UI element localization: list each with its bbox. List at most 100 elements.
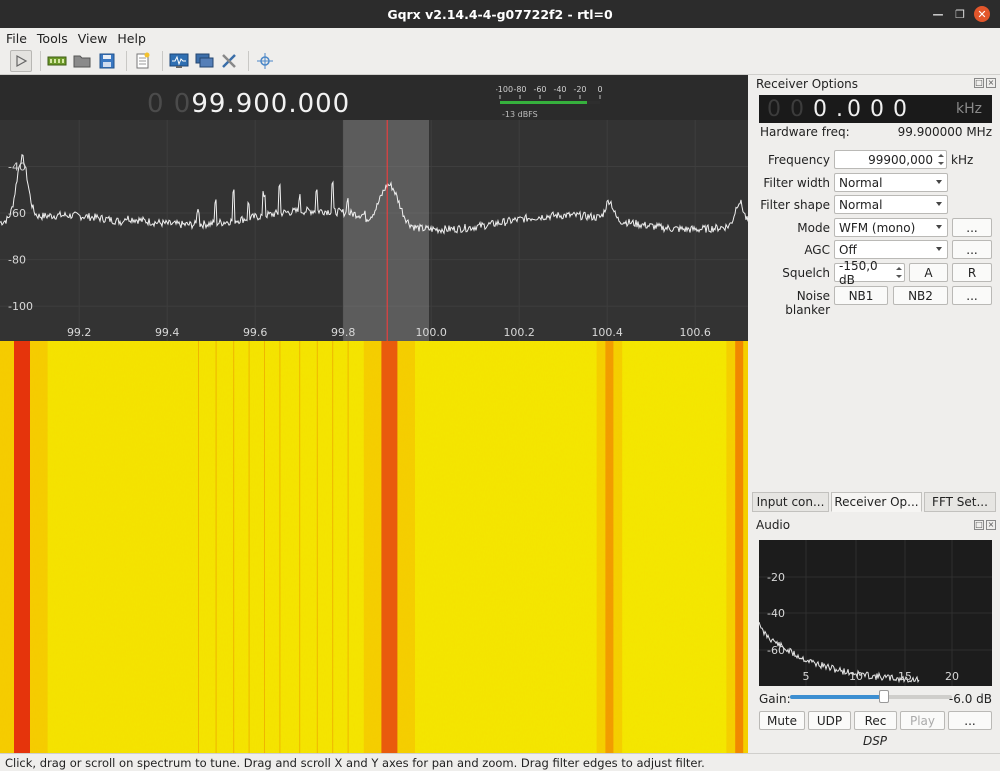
squelch-reset-button[interactable]: R: [952, 263, 992, 282]
agc-options-button[interactable]: ...: [952, 240, 992, 259]
lcd-unit: kHz: [956, 101, 982, 117]
sdr-device-icon[interactable]: [46, 50, 68, 72]
tools-icon[interactable]: [218, 50, 240, 72]
audio-x-tick-label: 5: [803, 670, 810, 683]
squelch-auto-button[interactable]: A: [909, 263, 948, 282]
meter-tick-label: -80: [513, 85, 526, 94]
squelch-input[interactable]: -150,0 dB: [834, 259, 905, 287]
mode-label: Mode: [797, 221, 830, 235]
record-button[interactable]: Rec: [854, 711, 897, 730]
frequency-input[interactable]: 99900,000: [834, 150, 947, 169]
audio-y-tick-label: -40: [767, 607, 785, 620]
filter-shape-value: Normal: [839, 197, 883, 212]
gain-slider[interactable]: [790, 690, 952, 703]
menu-view[interactable]: View: [78, 31, 108, 46]
gain-label: Gain:: [759, 692, 791, 706]
close-icon[interactable]: ✕: [974, 6, 990, 22]
audio-dock-title: Audio: [756, 518, 791, 532]
audio-x-tick-label: 20: [945, 670, 959, 683]
filter-width-value: Normal: [839, 175, 883, 190]
lcd-digit: 0: [767, 96, 781, 122]
mode-select[interactable]: WFM (mono): [834, 218, 948, 237]
meter-tick-label: -40: [553, 85, 566, 94]
status-text: Click, drag or scroll on spectrum to tun…: [5, 755, 705, 770]
spectrum-x-tick-label: 100.4: [591, 326, 623, 339]
freq-display-value: 99.900.000: [191, 89, 351, 119]
spectrum-y-tick-label: -60: [8, 207, 26, 220]
minimize-icon[interactable]: —: [930, 6, 946, 22]
gain-value: -6.0 dB: [948, 692, 992, 706]
frequency-display[interactable]: 0 0 99.900.000: [147, 81, 350, 119]
window-titlebar: Gqrx v2.14.4-4-g07722f2 - rtl=0 — ❐ ✕: [0, 0, 1000, 28]
meter-tick-label: -60: [533, 85, 546, 94]
spectrum-x-tick-label: 99.6: [243, 326, 268, 339]
offset-lcd[interactable]: 0 0 0 . 0 0 0 kHz: [759, 95, 992, 123]
filter-band[interactable]: [343, 120, 429, 341]
spectrum-y-tick-label: -100: [8, 300, 33, 313]
gain-slider-handle[interactable]: [878, 690, 889, 703]
dock-float-icon[interactable]: □: [974, 78, 984, 88]
dock-close-icon[interactable]: ×: [986, 78, 996, 88]
mode-value: WFM (mono): [839, 220, 916, 235]
mute-button[interactable]: Mute: [759, 711, 805, 730]
window-title: Gqrx v2.14.4-4-g07722f2 - rtl=0: [387, 6, 613, 22]
dsp-label: DSP: [862, 734, 888, 748]
notes-icon[interactable]: [132, 50, 154, 72]
meter-tick-label: -100: [496, 85, 513, 94]
signal-meter: -100 -80 -60 -40 -20 0 -13 dBFS: [496, 85, 603, 119]
play-icon[interactable]: [10, 50, 32, 72]
hardware-freq-label: Hardware freq:: [760, 125, 850, 139]
frequency-label: Frequency: [768, 153, 830, 167]
tab-fft-settings[interactable]: FFT Set...: [924, 492, 996, 512]
dock-close-icon[interactable]: ×: [986, 520, 996, 530]
noise-blanker-options-button[interactable]: ...: [952, 286, 992, 305]
spectrum-x-tick-label: 100.2: [503, 326, 535, 339]
lcd-digit: 0: [813, 96, 827, 122]
nb2-button[interactable]: NB2: [893, 286, 948, 305]
lcd-dot: .: [836, 96, 843, 122]
audio-options-button[interactable]: ...: [948, 711, 992, 730]
meter-value: -13 dBFS: [502, 110, 538, 119]
open-folder-icon[interactable]: [71, 50, 93, 72]
filter-shape-label: Filter shape: [760, 198, 830, 212]
agc-select[interactable]: Off: [834, 240, 948, 259]
nb1-button[interactable]: NB1: [834, 286, 888, 305]
audio-y-tick-label: -20: [767, 571, 785, 584]
menu-help[interactable]: Help: [117, 31, 146, 46]
spectrum-x-tick-label: 100.6: [679, 326, 711, 339]
spectrum-waterfall-area[interactable]: -40 -60 -80 -100 99.2 99.4 99.6 99.8 100.0 100.2…: [0, 75, 748, 753]
audio-fft-plot[interactable]: -20 -40 -60 5 10 15 20: [759, 540, 992, 686]
squelch-value: -150,0 dB: [839, 258, 878, 287]
filter-width-label: Filter width: [763, 176, 830, 190]
restore-icon[interactable]: ❐: [952, 6, 968, 22]
filter-shape-select[interactable]: Normal: [834, 195, 948, 214]
meter-tick-label: 0: [597, 85, 602, 94]
udp-button[interactable]: UDP: [808, 711, 851, 730]
meter-tick-label: -20: [573, 85, 586, 94]
mode-options-button[interactable]: ...: [952, 218, 992, 237]
frequency-unit: kHz: [951, 153, 974, 167]
network-icon[interactable]: [193, 50, 215, 72]
spectrum-y-tick-label: -80: [8, 254, 26, 267]
dock-tabs: Input con... Receiver Op... FFT Set...: [752, 492, 998, 512]
receiver-dock-title: Receiver Options: [756, 77, 859, 91]
spectrum-x-tick-label: 99.2: [67, 326, 92, 339]
save-icon[interactable]: [96, 50, 118, 72]
screenshot-icon[interactable]: [168, 50, 190, 72]
audio-x-tick-label: 15: [898, 670, 912, 683]
menu-tools[interactable]: Tools: [37, 31, 68, 46]
play-button[interactable]: Play: [900, 711, 945, 730]
right-panel: Receiver Options □ × 0 0 0 . 0 0 0 kHz Ha…: [750, 75, 1000, 753]
dock-float-icon[interactable]: □: [974, 520, 984, 530]
agc-label: AGC: [804, 243, 830, 257]
noise-blanker-label: Noise blanker: [785, 289, 830, 317]
remote-control-icon[interactable]: [254, 50, 276, 72]
tab-receiver-options[interactable]: Receiver Op...: [831, 492, 922, 512]
filter-width-select[interactable]: Normal: [834, 173, 948, 192]
agc-value: Off: [839, 242, 857, 257]
menu-file[interactable]: File: [6, 31, 27, 46]
tab-input-controls[interactable]: Input con...: [752, 492, 829, 512]
squelch-label: Squelch: [782, 266, 830, 280]
spectrum-x-tick-label: 100.0: [415, 326, 447, 339]
spectrum-plot[interactable]: -40-60-80-100 99.2 99.4 99.6 99.8 100.0 100.2…: [0, 75, 748, 753]
